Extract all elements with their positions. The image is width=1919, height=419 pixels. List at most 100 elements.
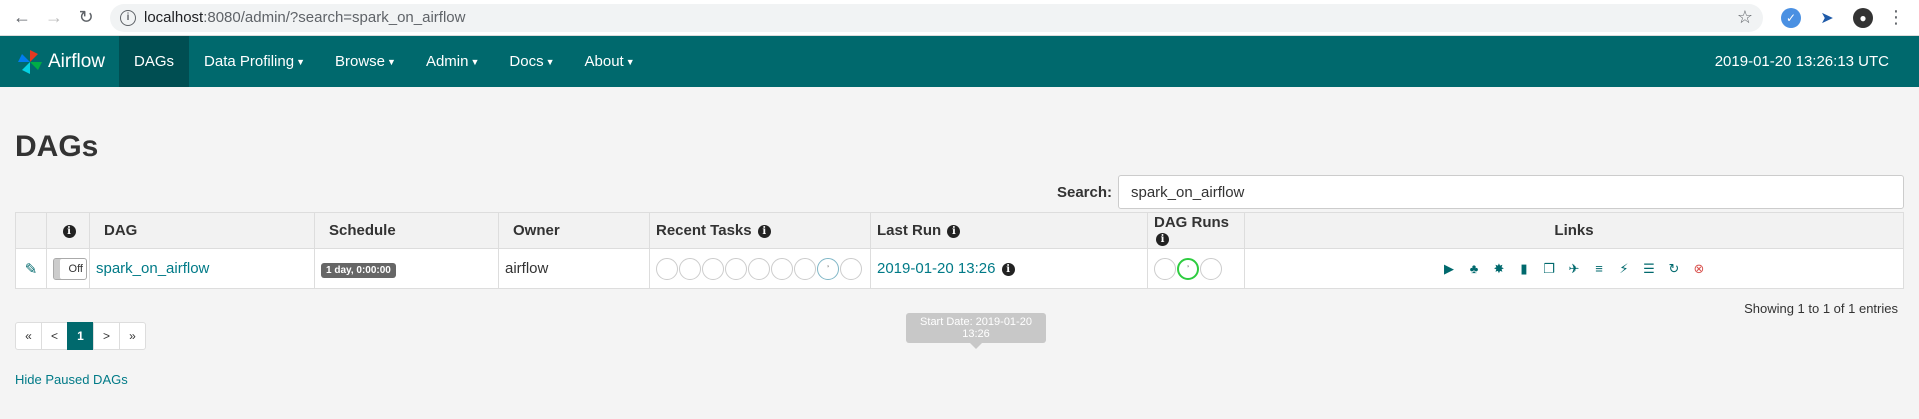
- page-first[interactable]: «: [15, 322, 42, 350]
- brand-label: Airflow: [48, 50, 106, 72]
- nav-dags[interactable]: DAGs: [119, 36, 190, 87]
- search-input[interactable]: [1118, 175, 1904, 209]
- task-state-circle[interactable]: [679, 257, 701, 280]
- url-host: localhost: [144, 9, 204, 26]
- task-state-circle[interactable]: [771, 257, 793, 280]
- airflow-brand[interactable]: Airflow: [0, 36, 119, 87]
- page-1[interactable]: 1: [67, 322, 94, 350]
- task-state-circle-up-for-retry[interactable]: ’: [817, 257, 839, 280]
- schedule-cell: 1 day, 0:00:00: [314, 248, 499, 289]
- start-date-tooltip: Start Date: 2019-01-20 13:26: [906, 313, 1046, 349]
- table-row: ✎ Off spark_on_airflow 1 day, 0:00:00 ai…: [15, 248, 1904, 289]
- last-run-link[interactable]: 2019-01-20 13:26: [877, 260, 995, 277]
- edit-icon[interactable]: ✎: [25, 261, 38, 278]
- tree-view-icon[interactable]: ♣: [1462, 261, 1487, 276]
- address-bar[interactable]: i localhost:8080/admin/?search=spark_on_…: [110, 3, 1763, 32]
- header-last-run: Last Run i: [870, 212, 1148, 249]
- owner-cell: airflow: [498, 248, 650, 289]
- caret-down-icon: ▼: [387, 56, 396, 67]
- nav-data-profiling[interactable]: Data Profiling ▼: [189, 36, 320, 87]
- dag-runs-cell: ’: [1147, 248, 1245, 289]
- header-recent-tasks-label: Recent Tasks: [656, 222, 752, 239]
- nav-admin-label: Admin: [425, 53, 469, 70]
- task-state-circle[interactable]: [840, 257, 862, 280]
- caret-down-icon: ▼: [470, 56, 480, 67]
- nav-browse[interactable]: Browse ▼: [320, 36, 411, 87]
- header-dag-runs: DAG Runs i: [1147, 212, 1245, 249]
- recent-tasks-cell: ’: [649, 248, 871, 289]
- info-icon[interactable]: i: [1001, 262, 1015, 276]
- task-state-circle[interactable]: [748, 257, 770, 280]
- graph-view-icon[interactable]: ✸: [1487, 261, 1512, 277]
- count-marker: ’: [1187, 264, 1189, 273]
- dag-pause-toggle[interactable]: Off: [53, 257, 87, 280]
- page-next[interactable]: >: [93, 322, 120, 350]
- dag-link[interactable]: spark_on_airflow: [96, 260, 209, 277]
- header-dag-runs-label: DAG Runs: [1154, 213, 1229, 231]
- browser-menu-icon[interactable]: ⋮: [1881, 7, 1911, 28]
- caret-down-icon: ▼: [545, 56, 555, 67]
- landing-times-icon[interactable]: ✈: [1562, 261, 1587, 277]
- nav-docs[interactable]: Docs ▼: [494, 36, 569, 87]
- last-run-cell: 2019-01-20 13:26 i: [870, 248, 1148, 289]
- nav-dags-label: DAGs: [134, 53, 175, 70]
- task-duration-icon[interactable]: ▮: [1512, 261, 1537, 277]
- task-state-circle[interactable]: [656, 257, 678, 280]
- task-state-circle[interactable]: [702, 257, 724, 280]
- bookmark-star-icon[interactable]: ☆: [1737, 7, 1753, 28]
- task-state-circle[interactable]: [794, 257, 816, 280]
- page-last[interactable]: »: [119, 322, 146, 350]
- dags-table: i DAG Schedule Owner Recent Tasks i Last…: [15, 212, 1904, 289]
- back-icon[interactable]: ←: [8, 4, 36, 32]
- task-state-circle[interactable]: [725, 257, 747, 280]
- nav-admin[interactable]: Admin ▼: [411, 36, 494, 87]
- hide-paused-dags-link[interactable]: Hide Paused DAGs: [15, 372, 128, 387]
- profile-avatar-icon[interactable]: ●: [1853, 7, 1873, 28]
- airflow-logo-icon: [18, 49, 42, 74]
- header-schedule: Schedule: [314, 212, 499, 249]
- forward-icon[interactable]: →: [40, 4, 68, 32]
- dag-run-circle[interactable]: [1154, 257, 1176, 280]
- nav-browse-label: Browse: [335, 53, 386, 70]
- header-links: Links: [1244, 212, 1904, 249]
- site-info-icon[interactable]: i: [120, 9, 136, 26]
- dag-cell: spark_on_airflow: [89, 248, 315, 289]
- search-label: Search:: [1056, 183, 1112, 201]
- browser-toolbar: ← → ↻ i localhost:8080/admin/?search=spa…: [0, 0, 1919, 36]
- info-icon[interactable]: i: [1156, 233, 1169, 247]
- toggle-cell: Off: [46, 248, 90, 289]
- reload-icon[interactable]: ↻: [72, 4, 100, 32]
- count-marker: ’: [827, 264, 829, 273]
- info-icon[interactable]: i: [757, 224, 771, 238]
- airflow-navbar: Airflow DAGs Data Profiling ▼ Browse ▼ Adm…: [0, 36, 1919, 87]
- extension-icon[interactable]: ✓: [1781, 7, 1801, 28]
- main-content: DAGs Search: i DAG Schedule Owner Recent…: [0, 127, 1919, 388]
- nav-docs-label: Docs: [509, 53, 544, 70]
- nav-about[interactable]: About ▼: [570, 36, 650, 87]
- schedule-badge[interactable]: 1 day, 0:00:00: [321, 262, 396, 278]
- dag-run-circle-running[interactable]: ’: [1177, 257, 1199, 280]
- logs-icon[interactable]: ☰: [1637, 261, 1662, 277]
- delete-dag-icon[interactable]: ⊗: [1687, 261, 1712, 277]
- info-icon: i: [62, 224, 76, 238]
- gantt-icon[interactable]: ≡: [1587, 261, 1612, 276]
- caret-down-icon: ▼: [625, 56, 635, 67]
- header-info: i: [46, 212, 90, 249]
- trigger-dag-icon[interactable]: ▶: [1437, 261, 1462, 277]
- info-icon[interactable]: i: [947, 224, 961, 238]
- header-recent-tasks: Recent Tasks i: [649, 212, 871, 249]
- page-title: DAGs: [15, 130, 99, 163]
- header-dag[interactable]: DAG: [89, 212, 315, 249]
- edit-cell: ✎: [15, 248, 47, 289]
- task-tries-icon[interactable]: ❐: [1537, 261, 1562, 277]
- header-last-run-label: Last Run: [877, 222, 942, 239]
- links-cell: ▶ ♣ ✸ ▮ ❐ ✈ ≡ ⚡ ☰ ↻ ⊗: [1244, 248, 1904, 289]
- page-prev[interactable]: <: [41, 322, 68, 350]
- nav-about-label: About: [584, 53, 624, 70]
- bird-extension-icon[interactable]: ➤: [1817, 8, 1837, 28]
- table-header-row: i DAG Schedule Owner Recent Tasks i Last…: [15, 212, 1904, 249]
- server-time: 2019-01-20 13:26:13 UTC: [1714, 53, 1889, 70]
- refresh-icon[interactable]: ↻: [1662, 261, 1687, 277]
- dag-run-circle[interactable]: [1200, 257, 1222, 280]
- code-view-icon[interactable]: ⚡: [1612, 261, 1637, 277]
